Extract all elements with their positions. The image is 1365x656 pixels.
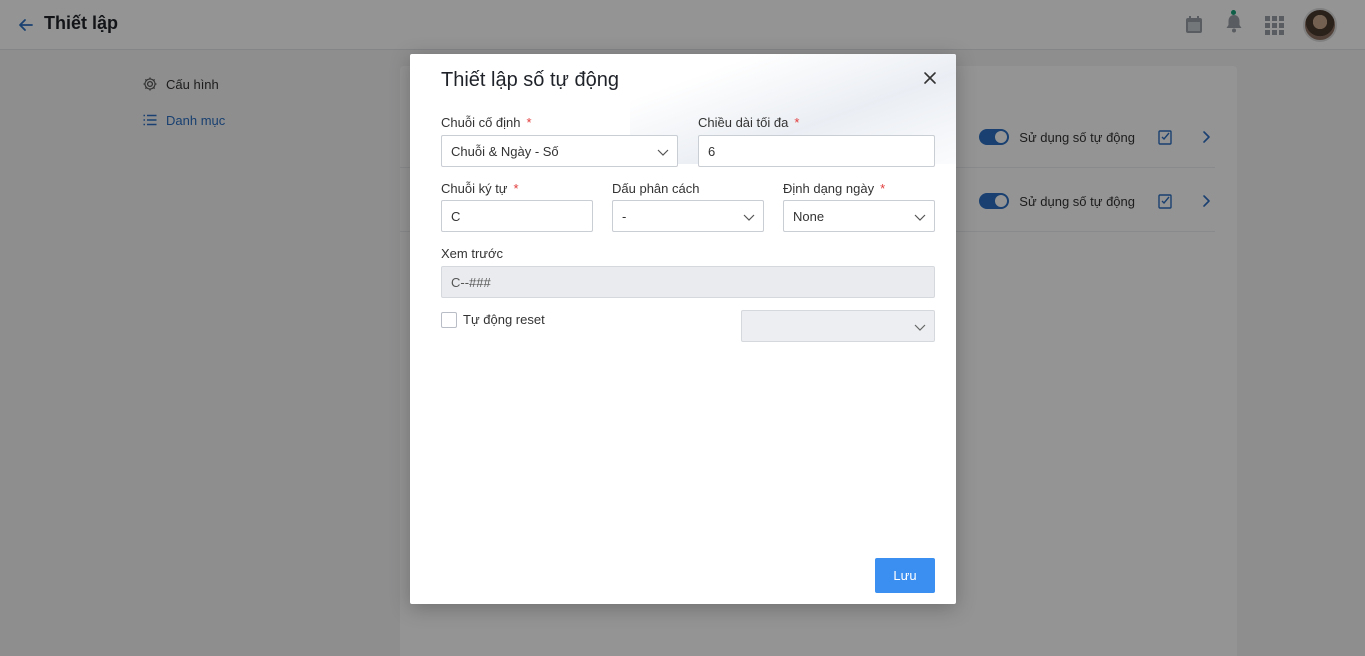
preview-label: Xem trước	[441, 246, 503, 261]
date-format-label-text: Định dạng ngày	[783, 181, 875, 196]
chevron-down-icon	[914, 214, 926, 221]
required-mark: *	[794, 115, 800, 130]
separator-label-text: Dấu phân cách	[612, 181, 700, 196]
max-length-label-text: Chiều dài tối đa	[698, 115, 789, 130]
chevron-down-icon	[914, 324, 926, 331]
close-icon[interactable]	[922, 70, 938, 86]
fixed-string-label-text: Chuỗi cố định	[441, 115, 521, 130]
date-format-value: None	[793, 208, 825, 224]
auto-reset-checkbox[interactable]	[441, 312, 457, 328]
separator-value: -	[622, 208, 627, 224]
save-button[interactable]: Lưu	[875, 558, 935, 593]
fixed-string-value: Chuỗi & Ngày - Số	[451, 143, 559, 159]
char-string-input[interactable]: C	[441, 200, 593, 232]
preview-label-text: Xem trước	[441, 246, 504, 261]
separator-select[interactable]: -	[612, 200, 764, 232]
max-length-input[interactable]: 6	[698, 135, 935, 167]
fixed-string-select[interactable]: Chuỗi & Ngày - Số	[441, 135, 678, 167]
reset-period-select	[741, 310, 935, 342]
max-length-value: 6	[708, 143, 716, 159]
chevron-down-icon	[657, 149, 669, 156]
char-string-label: Chuỗi ký tự *	[441, 181, 519, 196]
char-string-label-text: Chuỗi ký tự	[441, 181, 508, 196]
date-format-select[interactable]: None	[783, 200, 935, 232]
preview-value: C--###	[451, 274, 491, 290]
separator-label: Dấu phân cách	[612, 181, 699, 196]
required-mark: *	[880, 181, 886, 196]
dialog-title: Thiết lập số tự động	[441, 69, 619, 91]
auto-reset-label: Tự động reset	[463, 312, 545, 327]
chevron-down-icon	[743, 214, 755, 221]
auto-number-dialog: Thiết lập số tự động Chuỗi cố định * Chuỗ…	[410, 54, 956, 604]
max-length-label: Chiều dài tối đa *	[698, 115, 799, 130]
preview-field: C--###	[441, 266, 935, 298]
required-mark: *	[513, 181, 519, 196]
fixed-string-label: Chuỗi cố định *	[441, 115, 532, 130]
required-mark: *	[526, 115, 532, 130]
char-string-value: C	[451, 208, 461, 224]
date-format-label: Định dạng ngày *	[783, 181, 885, 196]
